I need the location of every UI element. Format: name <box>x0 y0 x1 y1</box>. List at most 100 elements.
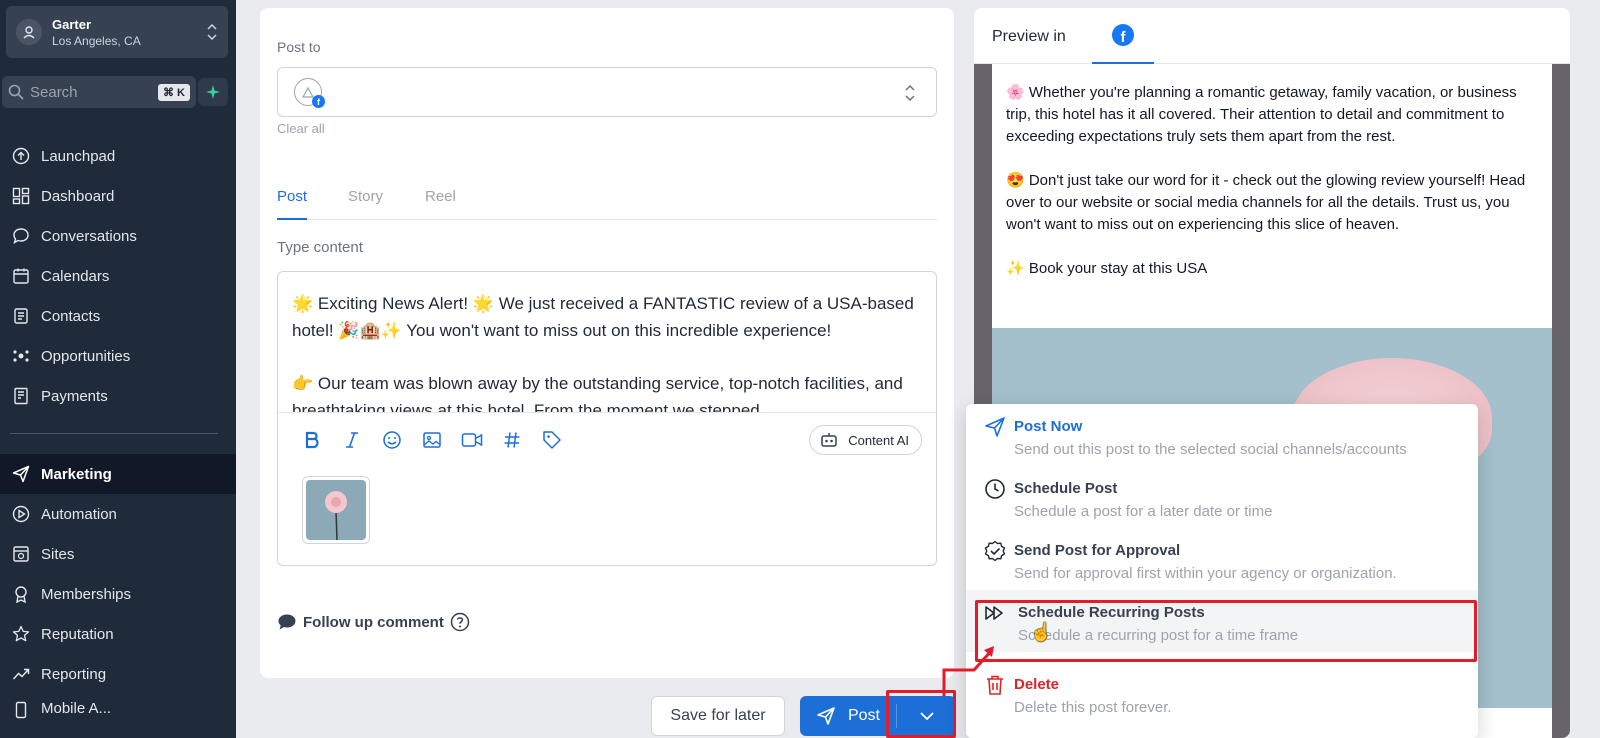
follow-up-comment-toggle[interactable]: Follow up comment <box>277 612 470 632</box>
save-for-later-button[interactable]: Save for later <box>651 696 785 736</box>
image-icon[interactable] <box>420 428 444 452</box>
post-to-select[interactable]: f <box>277 67 937 117</box>
rocket-icon <box>11 146 31 166</box>
tag-icon[interactable] <box>540 428 564 452</box>
sidebar-item-reporting[interactable]: Reporting <box>0 654 236 694</box>
sidebar-item-marketing[interactable]: Marketing <box>0 454 236 494</box>
quick-action-button[interactable] <box>198 78 228 106</box>
sidebar-item-mobile[interactable]: Mobile A... <box>0 694 236 724</box>
sidebar-item-label: Automation <box>41 505 117 523</box>
preview-header: Preview in f <box>974 8 1570 64</box>
send-icon <box>11 464 31 484</box>
send-icon <box>817 707 835 725</box>
flower-image <box>306 480 366 540</box>
sidebar-item-label: Payments <box>41 387 108 405</box>
menu-item-post-now[interactable]: Post Now Send out this post to the selec… <box>966 404 1478 466</box>
menu-item-schedule-post[interactable]: Schedule Post Schedule a post for a late… <box>966 466 1478 528</box>
type-content-label: Type content <box>277 239 363 256</box>
facebook-icon: f <box>1112 24 1134 46</box>
post-to-label: Post to <box>277 39 321 55</box>
account-name: Garter <box>52 16 92 32</box>
payments-icon <box>11 386 31 406</box>
sidebar-item-payments[interactable]: Payments <box>0 376 236 416</box>
automation-icon <box>11 504 31 524</box>
sidebar-item-calendars[interactable]: Calendars <box>0 256 236 296</box>
facebook-badge-icon: f <box>312 95 325 108</box>
sidebar-item-automation[interactable]: Automation <box>0 494 236 534</box>
sidebar-item-sites[interactable]: Sites <box>0 534 236 574</box>
sidebar-item-memberships[interactable]: Memberships <box>0 574 236 614</box>
menu-item-send-for-approval[interactable]: Send Post for Approval Send for approval… <box>966 528 1478 590</box>
tab-story[interactable]: Story <box>348 188 383 220</box>
menu-item-title: Schedule Post <box>1014 480 1118 497</box>
bold-icon[interactable] <box>300 428 324 452</box>
search-input[interactable]: Search ⌘ K <box>2 76 196 108</box>
video-icon[interactable] <box>460 428 484 452</box>
italic-icon[interactable] <box>340 428 364 452</box>
robot-icon <box>821 433 838 447</box>
chevron-updown-icon <box>207 23 217 41</box>
memberships-icon <box>11 584 31 604</box>
menu-item-title: Post Now <box>1014 418 1083 435</box>
help-icon[interactable] <box>450 612 470 632</box>
trend-icon <box>11 664 31 684</box>
sidebar-item-reputation[interactable]: Reputation <box>0 614 236 654</box>
account-switcher[interactable]: Garter Los Angeles, CA <box>6 6 228 58</box>
location-icon <box>16 19 42 45</box>
emoji-icon[interactable] <box>380 428 404 452</box>
menu-item-delete[interactable]: Delete Delete this post forever. <box>966 662 1478 724</box>
sparkle-icon <box>206 85 220 99</box>
sidebar-item-contacts[interactable]: Contacts <box>0 296 236 336</box>
preview-paragraph: 🌸 Whether you're planning a romantic get… <box>1006 84 1517 145</box>
sidebar-item-label: Conversations <box>41 227 137 245</box>
sidebar: Garter Los Angeles, CA Search ⌘ K Launch… <box>0 0 236 738</box>
sidebar-item-launchpad[interactable]: Launchpad <box>0 136 236 176</box>
sites-icon <box>11 544 31 564</box>
hand-cursor-icon: ☝ <box>1030 622 1053 642</box>
sidebar-item-label: Marketing <box>41 465 112 483</box>
menu-item-desc: Send for approval first within your agen… <box>1014 565 1397 582</box>
content-ai-label: Content AI <box>848 432 909 448</box>
menu-item-title: Send Post for Approval <box>1014 542 1181 559</box>
compose-panel: Post to f Clear all Post Story Reel Type… <box>260 8 954 678</box>
mobile-icon <box>11 700 31 720</box>
search-icon <box>8 84 24 100</box>
sidebar-item-label: Opportunities <box>41 347 131 365</box>
content-ai-button[interactable]: Content AI <box>809 425 922 455</box>
sidebar-item-label: Launchpad <box>41 147 116 165</box>
post-options-menu: Post Now Send out this post to the selec… <box>966 404 1478 738</box>
clock-icon <box>984 478 1006 500</box>
post-type-tabs: Post Story Reel <box>277 180 937 220</box>
sidebar-item-label: Memberships <box>41 585 132 603</box>
send-icon <box>984 416 1006 438</box>
account-location: Los Angeles, CA <box>52 33 141 48</box>
editor-toolbar: Content AI <box>278 412 936 466</box>
comment-icon <box>278 614 296 630</box>
sidebar-item-label: Reputation <box>41 625 114 643</box>
tab-post[interactable]: Post <box>277 188 308 220</box>
sidebar-item-label: Mobile A... <box>41 700 112 717</box>
sidebar-item-dashboard[interactable]: Dashboard <box>0 176 236 216</box>
account-avatar: f <box>294 78 325 108</box>
calendar-icon <box>11 266 31 286</box>
clear-all-link[interactable]: Clear all <box>277 121 325 136</box>
tab-reel[interactable]: Reel <box>425 188 456 220</box>
sidebar-item-label: Dashboard <box>41 187 115 205</box>
post-button[interactable]: Post <box>800 706 896 726</box>
media-thumbnail[interactable] <box>302 476 370 544</box>
post-button-label: Post <box>847 707 880 724</box>
tab-facebook-preview[interactable]: f <box>1092 8 1154 64</box>
sidebar-item-label: Contacts <box>41 307 101 325</box>
content-paragraph: 👉 Our team was blown away by the outstan… <box>292 374 903 412</box>
preview-paragraph: 😍 Don't just take our word for it - chec… <box>1006 172 1526 233</box>
sidebar-item-opportunities[interactable]: Opportunities <box>0 336 236 376</box>
opportunities-icon <box>11 346 31 366</box>
hashtag-icon[interactable] <box>500 428 524 452</box>
search-shortcut: ⌘ K <box>158 83 190 101</box>
content-editor[interactable]: 🌟 Exciting News Alert! 🌟 We just receive… <box>277 271 937 566</box>
annotation-arrow-icon <box>942 646 994 696</box>
star-icon <box>11 624 31 644</box>
menu-item-title: Delete <box>1014 676 1060 693</box>
sidebar-item-conversations[interactable]: Conversations <box>0 216 236 256</box>
content-text[interactable]: 🌟 Exciting News Alert! 🌟 We just receive… <box>278 272 936 412</box>
